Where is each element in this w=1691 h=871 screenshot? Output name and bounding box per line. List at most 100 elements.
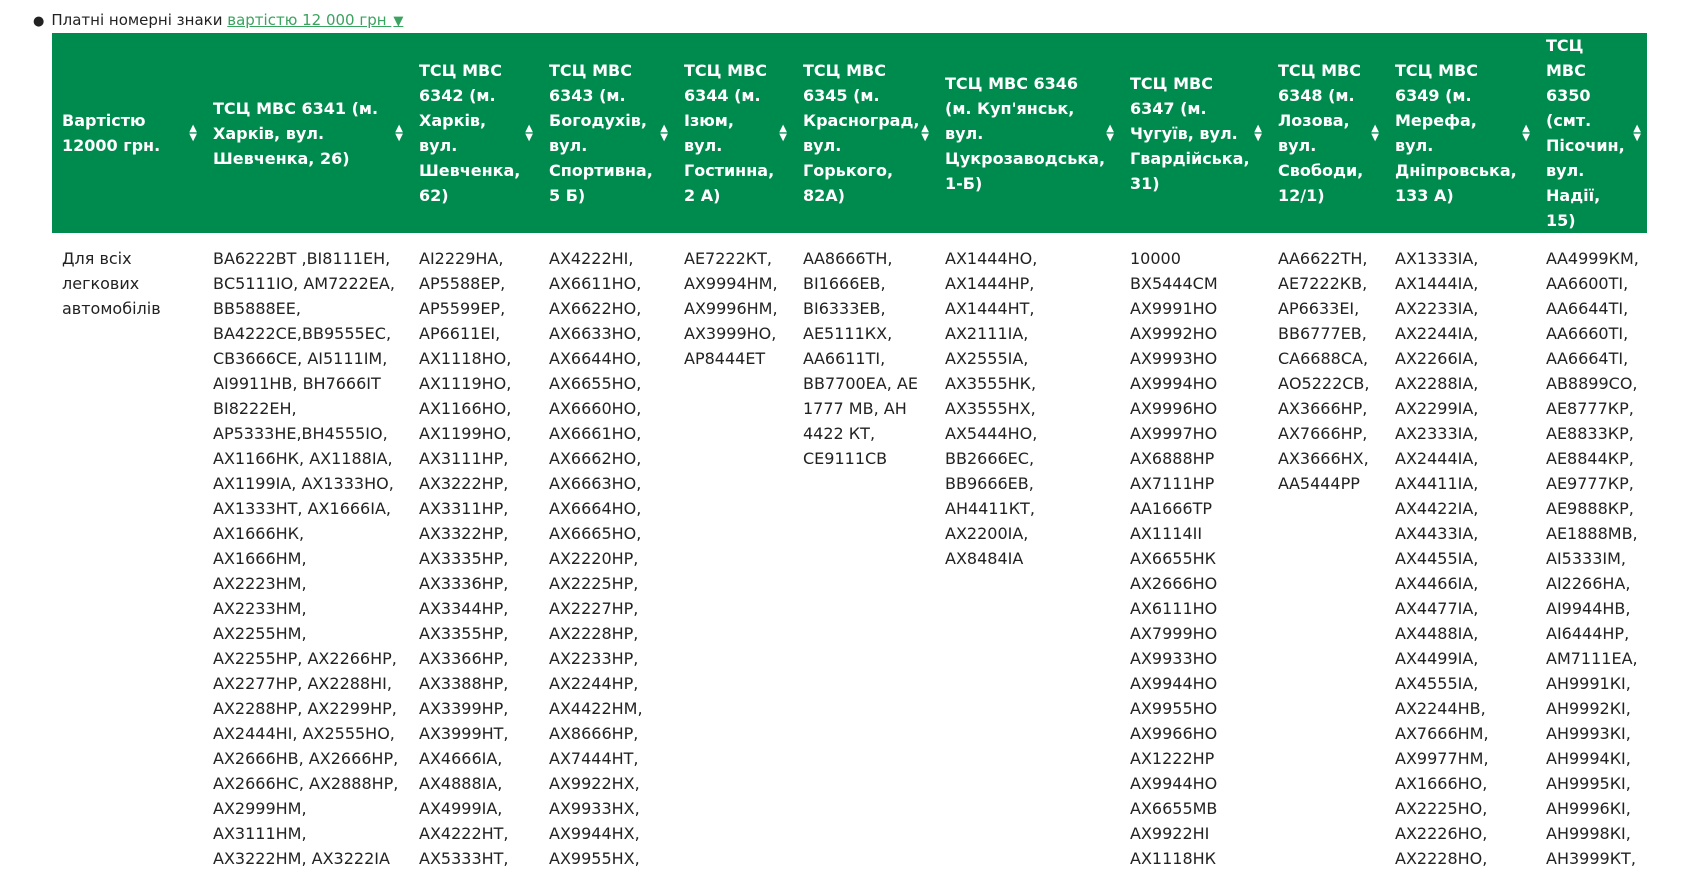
- plate-number: АІ9944НВ,: [1546, 599, 1631, 618]
- plate-number: АХ2228НО,: [1395, 849, 1488, 868]
- bullet-icon: ●: [33, 14, 45, 29]
- plate-number: АЕ7222КТ,: [684, 249, 772, 268]
- plate-number: АХ2111ІА,: [945, 324, 1029, 343]
- plate-number: АХ4666ІА,: [419, 749, 503, 768]
- sort-icon[interactable]: ▲ ▼: [1371, 124, 1379, 143]
- sort-icon[interactable]: ▲ ▼: [660, 124, 668, 143]
- price-filter-link[interactable]: вартістю 12 000 грн ▼: [227, 11, 403, 29]
- plate-number: АХ6664НО,: [549, 499, 642, 518]
- plate-number: АА6664ТІ,: [1546, 349, 1629, 368]
- column-header-8[interactable]: ТСЦ МВС 6348 (м. Лозова, вул. Свободи, 1…: [1268, 33, 1385, 233]
- plate-number: АХ6633НО,: [549, 324, 642, 343]
- sort-icon[interactable]: ▲ ▼: [779, 124, 787, 143]
- plate-number: АЕ8833КР,: [1546, 424, 1634, 443]
- plate-number: АХ2200ІА,: [945, 524, 1029, 543]
- sort-icon[interactable]: ▲ ▼: [921, 124, 929, 143]
- row-label-cell: Для всіх легкових автомобілів: [52, 233, 203, 871]
- plate-number: АХ2233ІА,: [1395, 299, 1479, 318]
- sort-icon[interactable]: ▲ ▼: [525, 124, 533, 143]
- plates-cell: АЕ7222КТ, АХ9994НМ, АХ9996НМ, АХ3999НО, АР84…: [674, 233, 793, 871]
- plate-number: АХ2244ІА,: [1395, 324, 1479, 343]
- plate-number: АР6633ЕІ,: [1278, 299, 1360, 318]
- plates-cell: АА8666ТН, ВІ1666ЕВ, ВІ6333ЕВ, АЕ5111КХ, АА66…: [793, 233, 935, 871]
- sort-icon[interactable]: ▲ ▼: [1522, 124, 1530, 143]
- plate-number: АХ6622НО,: [549, 299, 642, 318]
- plate-number: АА6622ТН,: [1278, 249, 1368, 268]
- plate-number: АО5222СВ,: [1278, 374, 1370, 393]
- plate-number: АХ2255НМ,: [213, 624, 307, 643]
- plate-number: АХ3999НО,: [684, 324, 777, 343]
- plate-number: АХ3222НМ, АХ3222ІА: [213, 849, 390, 868]
- plate-number: ВА4222СЕ,ВВ9555ЕС,: [213, 324, 392, 343]
- plate-number: АХ3111НМ,: [213, 824, 307, 843]
- plate-number: АХ4488ІА,: [1395, 624, 1479, 643]
- plates-cell: АХ4222НІ, АХ6611НО, АХ6622НО, АХ6633НО, АХ66…: [539, 233, 674, 871]
- column-header-4[interactable]: ТСЦ МВС 6344 (м. Ізюм, вул. Гостинна, 2 …: [674, 33, 793, 233]
- plate-number: АХ9992НО: [1130, 324, 1218, 343]
- plate-number: АХ3335НР,: [419, 549, 509, 568]
- plate-number: АХ2233НМ,: [213, 599, 307, 618]
- plate-number: АХ2666НС, АХ2888НР,: [213, 774, 399, 793]
- plate-number: АЕ9777КР,: [1546, 474, 1634, 493]
- plate-number: АХ6111НО: [1130, 599, 1218, 618]
- caret-down-icon: ▼: [393, 14, 404, 29]
- column-header-6[interactable]: ТСЦ МВС 6346 (м. Куп'янськ, вул. Цукроза…: [935, 33, 1120, 233]
- plate-number: АІ2229НА,: [419, 249, 504, 268]
- plate-number: АХ9966НО: [1130, 724, 1218, 743]
- plate-number: АХ3399НР,: [419, 699, 509, 718]
- plate-number: АХ6662НО,: [549, 449, 642, 468]
- plate-number: АХ2288ІА,: [1395, 374, 1479, 393]
- column-header-5[interactable]: ТСЦ МВС 6345 (м. Красноград, вул. Горько…: [793, 33, 935, 233]
- sort-icon[interactable]: ▲ ▼: [1106, 124, 1114, 143]
- table-header-row: Вартістю 12000 грн. ▲ ▼ ТСЦ МВС 6341 (м. Ха…: [52, 33, 1647, 233]
- plate-number: АН4411КТ,: [945, 499, 1035, 518]
- plate-number: АХ2225НО,: [1395, 799, 1488, 818]
- column-header-label: ТСЦ МВС 6348 (м. Лозова, вул. Свободи, 1…: [1278, 61, 1364, 205]
- plate-number: АХ4422ІА,: [1395, 499, 1479, 518]
- sort-icon[interactable]: ▲ ▼: [189, 124, 197, 143]
- plate-number: 1777 МВ, АН: [803, 399, 907, 418]
- plate-number: АІ5333ІМ,: [1546, 549, 1626, 568]
- plate-number: АХ9955НО: [1130, 699, 1218, 718]
- plate-number: АХ4499ІА,: [1395, 649, 1479, 668]
- plate-number: АХ9994НМ,: [684, 274, 778, 293]
- plate-number: АХ9977НМ,: [1395, 749, 1489, 768]
- plate-number: АХ9944НХ,: [549, 824, 640, 843]
- plate-number: АХ6665НО,: [549, 524, 642, 543]
- plate-number: АХ1119НО,: [419, 374, 512, 393]
- plate-number: АХ9996НО: [1130, 399, 1218, 418]
- column-header-9[interactable]: ТСЦ МВС 6349 (м. Мерефа, вул. Дніпровськ…: [1385, 33, 1536, 233]
- plate-number: АХ6644НО,: [549, 349, 642, 368]
- plate-number: СА6688СА,: [1278, 349, 1369, 368]
- plate-number: АХ4433ІА,: [1395, 524, 1479, 543]
- column-header-10[interactable]: ТСЦ МВС 6350 (смт. Пісочин, вул. Надії, …: [1536, 33, 1647, 233]
- plate-number: АА8666ТН,: [803, 249, 893, 268]
- plate-number: АЕ8844КР,: [1546, 449, 1634, 468]
- plate-number: АХ2555ІА,: [945, 349, 1029, 368]
- plate-number: АХ6661НО,: [549, 424, 642, 443]
- plate-number: 4422 КТ,: [803, 424, 876, 443]
- plate-number: АХ2228НР,: [549, 624, 639, 643]
- sort-icon[interactable]: ▲ ▼: [395, 124, 403, 143]
- plate-number: АХ1444ІА,: [1395, 274, 1479, 293]
- plate-number: АХ6611НО,: [549, 274, 642, 293]
- column-header-7[interactable]: ТСЦ МВС 6347 (м. Чугуїв, вул. Гвардійськ…: [1120, 33, 1268, 233]
- column-header-0[interactable]: Вартістю 12000 грн. ▲ ▼: [52, 33, 203, 233]
- plate-number: СВ3666СЕ, АІ5111ІМ,: [213, 349, 388, 368]
- plate-number: АХ1199НО,: [419, 424, 512, 443]
- plate-number: АХ2225НР,: [549, 574, 639, 593]
- plate-number: АХ9944НО: [1130, 774, 1218, 793]
- column-header-label: ТСЦ МВС 6345 (м. Красноград, вул. Горько…: [803, 61, 920, 205]
- plates-cell: АХ1444НО, АХ1444НР, АХ1444НТ, АХ2111ІА, АХ25…: [935, 233, 1120, 871]
- column-header-1[interactable]: ТСЦ МВС 6341 (м. Харків, вул. Шевченка, …: [203, 33, 409, 233]
- column-header-3[interactable]: ТСЦ МВС 6343 (м. Богодухів, вул. Спортив…: [539, 33, 674, 233]
- sort-icon[interactable]: ▲ ▼: [1254, 124, 1262, 143]
- sort-icon[interactable]: ▲ ▼: [1633, 124, 1641, 143]
- plate-number: АН9998КІ,: [1546, 824, 1631, 843]
- row-label: Для всіх легкових автомобілів: [62, 249, 161, 318]
- plate-number: АХ3111НР,: [419, 449, 509, 468]
- plate-number: АХ2333ІА,: [1395, 424, 1479, 443]
- plate-number: АХ9994НО: [1130, 374, 1218, 393]
- column-header-2[interactable]: ТСЦ МВС 6342 (м. Харків, вул. Шевченка, …: [409, 33, 539, 233]
- plate-number: АР8444ЕТ: [684, 349, 766, 368]
